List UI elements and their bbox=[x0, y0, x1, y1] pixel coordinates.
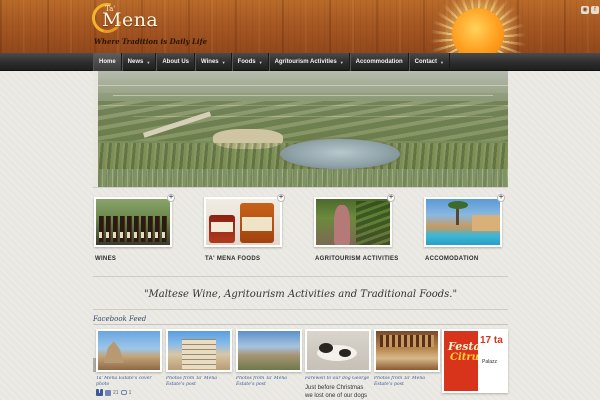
like-count: 21 bbox=[113, 389, 119, 396]
nav-contact[interactable]: Contact ▼ bbox=[408, 53, 450, 71]
nav-foods[interactable]: Foods ▼ bbox=[231, 53, 269, 71]
rss-icon[interactable]: ◉ bbox=[581, 6, 589, 14]
post-meta: f 21 1 bbox=[96, 389, 162, 396]
post-body: Just before Christmas we lost one of our… bbox=[305, 385, 368, 399]
festa-date: 17 ta bbox=[480, 335, 503, 346]
nav-news-label: News bbox=[127, 59, 144, 65]
festa-script-2: Citru bbox=[450, 352, 479, 363]
hero-image-countryside bbox=[93, 71, 508, 188]
nav-wines-label: Wines bbox=[201, 59, 219, 65]
nav-home[interactable]: Home bbox=[93, 53, 122, 71]
accommodation-label[interactable]: ACCOMODATION bbox=[425, 256, 478, 262]
feed-post[interactable]: Photos from Ta' Mena Estate's post bbox=[236, 329, 302, 400]
post-caption[interactable]: Photos from Ta' Mena Estate's post bbox=[166, 376, 232, 388]
main-nav-bar: Home News ▼ About Us Wines ▼ Foods ▼ Agrito… bbox=[0, 53, 600, 71]
logo-wordmark: Mena bbox=[102, 9, 159, 31]
nav-agritourism-label: Agritourism Activities bbox=[274, 59, 337, 65]
agritourism-card[interactable]: + bbox=[314, 194, 395, 247]
comment-icon[interactable] bbox=[120, 390, 127, 395]
agritourism-image bbox=[316, 199, 390, 245]
jars-image bbox=[206, 199, 280, 245]
agritourism-label[interactable]: AGRITOURISM ACTIVITIES bbox=[315, 256, 399, 262]
chevron-down-icon: ▼ bbox=[146, 59, 151, 65]
nav-about-label: About Us bbox=[162, 59, 189, 65]
section-divider bbox=[93, 309, 508, 310]
wines-label[interactable]: WINES bbox=[95, 256, 116, 262]
chevron-down-icon: ▼ bbox=[440, 59, 444, 65]
site-tagline: Where Tradition is Daily Life bbox=[94, 37, 208, 46]
tagline-quote: "Maltese Wine, Agritourism Activities an… bbox=[143, 289, 458, 300]
post-caption[interactable]: Ta' Mena Estate's cover photo bbox=[96, 376, 162, 388]
wine-bottles-image bbox=[96, 199, 170, 245]
main-nav: Home News ▼ About Us Wines ▼ Foods ▼ Agrito… bbox=[93, 53, 450, 71]
feed-post-festa-promo[interactable]: Festa Citru 17 ta Palazz bbox=[442, 329, 508, 400]
feed-post[interactable]: Ta' Mena Estate's cover photo f 21 1 bbox=[96, 329, 162, 400]
feed-post[interactable]: Photos from Ta' Mena Estate's post bbox=[374, 329, 440, 400]
nav-agritourism[interactable]: Agritourism Activities ▼ bbox=[268, 53, 350, 71]
comment-count: 1 bbox=[128, 389, 132, 396]
nav-news[interactable]: News ▼ bbox=[121, 53, 157, 71]
festa-venue: Palazz bbox=[482, 359, 498, 365]
expand-plus-icon[interactable]: + bbox=[277, 194, 285, 202]
post-caption[interactable]: Photos from Ta' Mena Estate's post bbox=[236, 376, 302, 388]
post-image bbox=[236, 329, 302, 372]
festa-poster: Festa Citru 17 ta Palazz bbox=[442, 329, 508, 393]
site-header: Ta' Mena Where Tradition is Daily Life ◉… bbox=[0, 0, 600, 53]
chevron-down-icon: ▼ bbox=[258, 59, 263, 65]
nav-home-label: Home bbox=[99, 59, 116, 65]
chevron-down-icon: ▼ bbox=[221, 59, 226, 65]
chevron-down-icon: ▼ bbox=[339, 59, 344, 65]
foods-card[interactable]: + bbox=[204, 194, 285, 247]
sun-icon bbox=[428, 0, 528, 53]
nav-foods-label: Foods bbox=[237, 59, 256, 65]
post-image-dog bbox=[305, 329, 371, 372]
accommodation-card[interactable]: + bbox=[424, 194, 505, 247]
facebook-icon[interactable]: f bbox=[591, 6, 599, 14]
expand-plus-icon[interactable]: + bbox=[387, 194, 395, 202]
feed-divider bbox=[93, 324, 508, 325]
facebook-feed-title: Facebook Feed bbox=[93, 315, 147, 323]
nav-accommodation-label: Accommodation bbox=[355, 59, 403, 65]
expand-plus-icon[interactable]: + bbox=[497, 194, 505, 202]
expand-plus-icon[interactable]: + bbox=[167, 194, 175, 202]
feed-post[interactable]: Farewell to our dog George Just before C… bbox=[305, 329, 371, 400]
post-image bbox=[166, 329, 232, 372]
nav-accommodation[interactable]: Accommodation bbox=[349, 53, 409, 71]
like-icon[interactable] bbox=[105, 389, 111, 396]
site-logo[interactable]: Ta' Mena bbox=[86, 0, 158, 39]
facebook-icon: f bbox=[96, 389, 103, 396]
pond bbox=[280, 139, 400, 169]
foods-label[interactable]: TA' MENA FOODS bbox=[205, 256, 260, 262]
post-image bbox=[374, 329, 440, 372]
nav-wines[interactable]: Wines ▼ bbox=[195, 53, 232, 71]
nav-about-us[interactable]: About Us bbox=[156, 53, 195, 71]
post-caption[interactable]: Farewell to our dog George bbox=[305, 376, 371, 382]
feed-post[interactable]: Photos from Ta' Mena Estate's post bbox=[166, 329, 232, 400]
wines-card[interactable]: + bbox=[94, 194, 175, 247]
post-image bbox=[96, 329, 162, 372]
nav-contact-label: Contact bbox=[414, 59, 438, 65]
pool-villa-image bbox=[426, 199, 500, 245]
post-caption[interactable]: Photos from Ta' Mena Estate's post bbox=[374, 376, 440, 388]
section-divider bbox=[93, 276, 508, 277]
festa-script: Festa bbox=[448, 340, 481, 353]
